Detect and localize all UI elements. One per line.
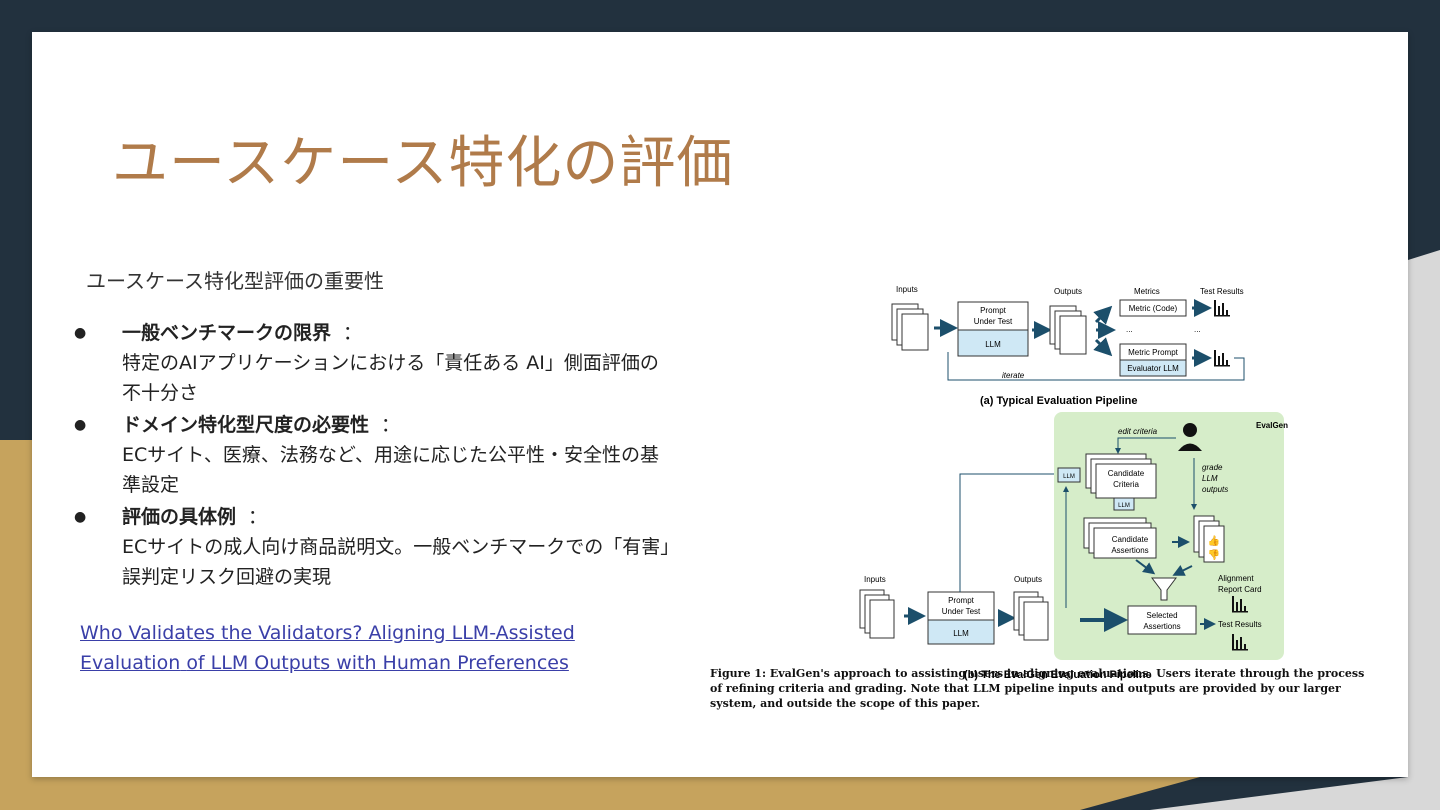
b-llm-main-label: LLM — [953, 629, 969, 638]
a-ellipsis: ... — [1194, 325, 1201, 334]
thumbs-down-icon: 👎 — [1208, 549, 1220, 561]
bullet-dot-icon: ● — [74, 509, 87, 525]
a-ellipsis: ... — [1126, 325, 1133, 334]
a-llm-label: LLM — [985, 340, 1001, 349]
arrow-icon — [1093, 305, 1113, 325]
bullet-separator: ： — [381, 414, 401, 436]
bullet-separator: ： — [248, 506, 268, 528]
bullet-item: ● 評価の具体例 ： ECサイトの成人向け商品説明文。一般ベンチマークでの「有害」… — [70, 502, 670, 592]
figure-caption: Figure 1: EvalGen's approach to assistin… — [710, 667, 1365, 710]
b-outputs-label: Outputs — [1014, 575, 1042, 584]
bullet-dot-icon: ● — [74, 417, 87, 433]
b-prompt-line1: Prompt — [948, 596, 975, 605]
alignment-line2: Report Card — [1218, 585, 1262, 594]
bullet-heading: ドメイン特化型尺度の必要性 — [122, 414, 370, 436]
grade-line2: LLM — [1202, 474, 1218, 483]
candidate-criteria-line2: Criteria — [1113, 480, 1139, 489]
b-llm-label: LLM — [1063, 474, 1075, 480]
a-inputs-label: Inputs — [896, 285, 918, 294]
a-evaluator-llm-label: Evaluator LLM — [1127, 364, 1179, 373]
a-prompt-line1: Prompt — [980, 306, 1007, 315]
alignment-line1: Alignment — [1218, 574, 1254, 583]
grade-line1: grade — [1202, 463, 1223, 472]
a-metrics-label: Metrics — [1134, 287, 1160, 296]
bullet-body: 特定のAIアプリケーションにおける「責任ある AI」側面評価の不十分さ — [122, 352, 659, 404]
bar-chart-icon — [1214, 350, 1230, 367]
a-metric-code-label: Metric (Code) — [1129, 304, 1178, 313]
evalgen-label: EvalGen — [1256, 421, 1288, 430]
selected-assertions-line1: Selected — [1146, 611, 1177, 620]
bullet-item: ● ドメイン特化型尺度の必要性 ： ECサイト、医療、法務など、用途に応じた公平性… — [70, 410, 670, 500]
arrow-icon — [1093, 337, 1113, 357]
grade-line3: outputs — [1202, 485, 1228, 494]
selected-assertions-line2: Assertions — [1143, 622, 1180, 631]
bullet-body: ECサイトの成人向け商品説明文。一般ベンチマークでの「有害」誤判定リスク回避の実… — [122, 536, 670, 588]
b-input-stack — [859, 589, 895, 639]
slide-subtitle: ユースケース特化型評価の重要性 — [86, 269, 384, 293]
a-test-results-label: Test Results — [1200, 287, 1244, 296]
a-output-stack — [1049, 305, 1087, 355]
bar-chart-icon — [1214, 300, 1230, 317]
candidate-assertions-line2: Assertions — [1111, 546, 1148, 555]
slide-title: ユースケース特化の評価 — [112, 131, 734, 196]
bullet-heading: 一般ベンチマークの限界 — [122, 322, 332, 344]
bullet-list: ● 一般ベンチマークの限界 ： 特定のAIアプリケーションにおける「責任ある AI… — [70, 318, 670, 594]
bullet-dot-icon: ● — [74, 325, 87, 341]
bullet-item: ● 一般ベンチマークの限界 ： 特定のAIアプリケーションにおける「責任ある AI… — [70, 318, 670, 408]
a-prompt-line2: Under Test — [974, 317, 1013, 326]
bullet-separator: ： — [343, 322, 363, 344]
a-iterate-label: iterate — [1002, 371, 1025, 380]
candidate-assertions-line1: Candidate — [1112, 535, 1149, 544]
b-prompt-line2: Under Test — [942, 607, 981, 616]
a-metric-prompt-label: Metric Prompt — [1128, 348, 1179, 357]
a-outputs-label: Outputs — [1054, 287, 1082, 296]
thumbs-up-icon: 👍 — [1208, 534, 1220, 547]
candidate-criteria-line1: Candidate — [1108, 469, 1145, 478]
paper-link[interactable]: Who Validates the Validators? Aligning L… — [80, 618, 680, 678]
paper-link-part2[interactable]: of LLM Outputs with Human Preferences — [186, 652, 569, 674]
b-output-stack — [1013, 591, 1049, 641]
a-caption: (a) Typical Evaluation Pipeline — [980, 395, 1138, 407]
b-test-results-label: Test Results — [1218, 620, 1262, 629]
evalgen-figure: Inputs Prompt Under Test LLM Outputs Met… — [859, 285, 1288, 681]
a-input-stack — [891, 303, 929, 351]
bullet-body: ECサイト、医療、法務など、用途に応じた公平性・安全性の基準設定 — [122, 444, 659, 496]
bullet-heading: 評価の具体例 — [122, 506, 237, 528]
b-llm-label: LLM — [1118, 503, 1130, 509]
edit-criteria-label: edit criteria — [1118, 427, 1158, 436]
b-inputs-label: Inputs — [864, 575, 886, 584]
